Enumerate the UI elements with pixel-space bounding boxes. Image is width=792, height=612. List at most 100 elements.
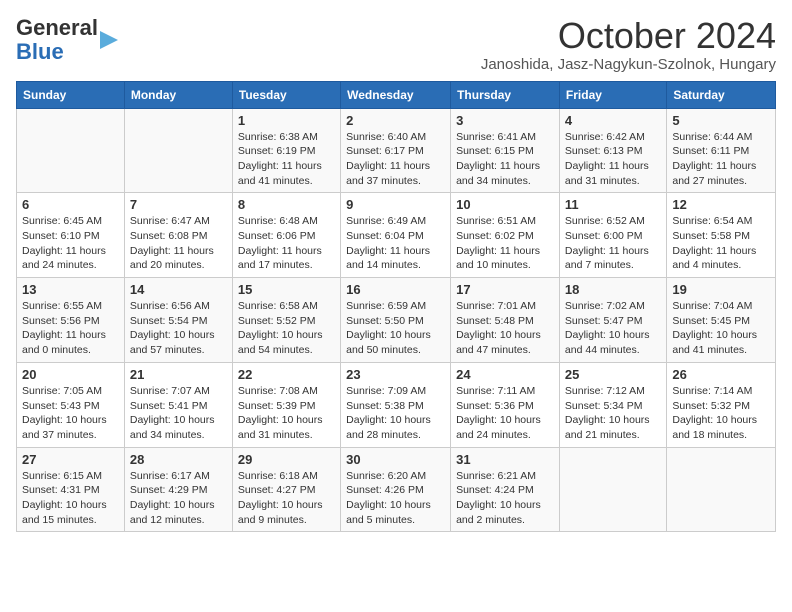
- calendar-cell: 4 Sunrise: 6:42 AM Sunset: 6:13 PM Daylig…: [559, 108, 666, 193]
- day-info: Sunrise: 6:58 AM Sunset: 5:52 PM Dayligh…: [238, 299, 335, 358]
- day-number: 16: [346, 282, 445, 297]
- day-number: 28: [130, 452, 227, 467]
- day-number: 14: [130, 282, 227, 297]
- calendar-cell: 14 Sunrise: 6:56 AM Sunset: 5:54 PM Dayli…: [124, 278, 232, 363]
- day-info: Sunrise: 6:42 AM Sunset: 6:13 PM Dayligh…: [565, 130, 661, 189]
- day-info: Sunrise: 6:48 AM Sunset: 6:06 PM Dayligh…: [238, 214, 335, 273]
- col-header-monday: Monday: [124, 81, 232, 108]
- calendar-cell: 5 Sunrise: 6:44 AM Sunset: 6:11 PM Daylig…: [667, 108, 776, 193]
- page-subtitle: Janoshida, Jasz-Nagykun-Szolnok, Hungary: [481, 56, 776, 73]
- col-header-sunday: Sunday: [17, 81, 125, 108]
- calendar-cell: 13Sunrise: 6:55 AM Sunset: 5:56 PM Dayli…: [17, 278, 125, 363]
- day-number: 17: [456, 282, 554, 297]
- calendar-cell: 7 Sunrise: 6:47 AM Sunset: 6:08 PM Daylig…: [124, 193, 232, 278]
- day-number: 21: [130, 367, 227, 382]
- day-number: 5: [672, 113, 770, 128]
- day-info: Sunrise: 6:20 AM Sunset: 4:26 PM Dayligh…: [346, 469, 445, 528]
- day-number: 31: [456, 452, 554, 467]
- calendar-cell: 20 Sunrise: 7:05 AM Sunset: 5:43 PM Dayli…: [17, 362, 125, 447]
- day-number: 7: [130, 197, 227, 212]
- day-info: Sunrise: 6:21 AM Sunset: 4:24 PM Dayligh…: [456, 469, 554, 528]
- calendar-cell: 16 Sunrise: 6:59 AM Sunset: 5:50 PM Dayli…: [341, 278, 451, 363]
- day-number: 9: [346, 197, 445, 212]
- day-number: 2: [346, 113, 445, 128]
- day-info: Sunrise: 6:52 AM Sunset: 6:00 PM Dayligh…: [565, 214, 661, 273]
- day-number: 27: [22, 452, 119, 467]
- day-info: Sunrise: 6:15 AM Sunset: 4:31 PM Dayligh…: [22, 469, 119, 528]
- col-header-tuesday: Tuesday: [232, 81, 340, 108]
- calendar-table: SundayMondayTuesdayWednesdayThursdayFrid…: [16, 81, 776, 533]
- calendar-cell: 22 Sunrise: 7:08 AM Sunset: 5:39 PM Dayli…: [232, 362, 340, 447]
- day-info: Sunrise: 6:47 AM Sunset: 6:08 PM Dayligh…: [130, 214, 227, 273]
- day-number: 29: [238, 452, 335, 467]
- calendar-cell: 6 Sunrise: 6:45 AM Sunset: 6:10 PM Daylig…: [17, 193, 125, 278]
- day-info: Sunrise: 6:44 AM Sunset: 6:11 PM Dayligh…: [672, 130, 770, 189]
- day-info: Sunrise: 6:59 AM Sunset: 5:50 PM Dayligh…: [346, 299, 445, 358]
- day-info: Sunrise: 6:51 AM Sunset: 6:02 PM Dayligh…: [456, 214, 554, 273]
- logo-general: General: [16, 15, 98, 40]
- day-number: 3: [456, 113, 554, 128]
- page-header: General Blue October 2024 Janoshida, Jas…: [16, 16, 776, 73]
- logo: General Blue: [16, 16, 118, 64]
- day-info: Sunrise: 6:45 AM Sunset: 6:10 PM Dayligh…: [22, 214, 119, 273]
- day-number: 19: [672, 282, 770, 297]
- day-number: 30: [346, 452, 445, 467]
- day-info: Sunrise: 7:09 AM Sunset: 5:38 PM Dayligh…: [346, 384, 445, 443]
- day-info: Sunrise: 7:14 AM Sunset: 5:32 PM Dayligh…: [672, 384, 770, 443]
- day-info: Sunrise: 6:55 AM Sunset: 5:56 PM Dayligh…: [22, 299, 119, 358]
- day-number: 15: [238, 282, 335, 297]
- day-number: 26: [672, 367, 770, 382]
- day-info: Sunrise: 6:41 AM Sunset: 6:15 PM Dayligh…: [456, 130, 554, 189]
- calendar-cell: 21 Sunrise: 7:07 AM Sunset: 5:41 PM Dayli…: [124, 362, 232, 447]
- col-header-saturday: Saturday: [667, 81, 776, 108]
- calendar-cell: 8 Sunrise: 6:48 AM Sunset: 6:06 PM Daylig…: [232, 193, 340, 278]
- logo-arrow-icon: [100, 29, 118, 51]
- calendar-cell: [124, 108, 232, 193]
- calendar-cell: 31 Sunrise: 6:21 AM Sunset: 4:24 PM Dayli…: [451, 447, 560, 532]
- day-info: Sunrise: 6:54 AM Sunset: 5:58 PM Dayligh…: [672, 214, 770, 273]
- day-info: Sunrise: 6:40 AM Sunset: 6:17 PM Dayligh…: [346, 130, 445, 189]
- calendar-cell: 28 Sunrise: 6:17 AM Sunset: 4:29 PM Dayli…: [124, 447, 232, 532]
- calendar-cell: 17 Sunrise: 7:01 AM Sunset: 5:48 PM Dayli…: [451, 278, 560, 363]
- day-info: Sunrise: 7:07 AM Sunset: 5:41 PM Dayligh…: [130, 384, 227, 443]
- day-info: Sunrise: 7:02 AM Sunset: 5:47 PM Dayligh…: [565, 299, 661, 358]
- calendar-cell: 26 Sunrise: 7:14 AM Sunset: 5:32 PM Dayli…: [667, 362, 776, 447]
- logo-blue: Blue: [16, 40, 98, 64]
- calendar-cell: 12 Sunrise: 6:54 AM Sunset: 5:58 PM Dayli…: [667, 193, 776, 278]
- day-info: Sunrise: 6:17 AM Sunset: 4:29 PM Dayligh…: [130, 469, 227, 528]
- day-number: 4: [565, 113, 661, 128]
- day-number: 24: [456, 367, 554, 382]
- calendar-cell: 30 Sunrise: 6:20 AM Sunset: 4:26 PM Dayli…: [341, 447, 451, 532]
- day-number: 1: [238, 113, 335, 128]
- day-info: Sunrise: 7:08 AM Sunset: 5:39 PM Dayligh…: [238, 384, 335, 443]
- calendar-cell: [667, 447, 776, 532]
- title-block: October 2024 Janoshida, Jasz-Nagykun-Szo…: [481, 16, 776, 73]
- day-number: 23: [346, 367, 445, 382]
- day-number: 22: [238, 367, 335, 382]
- day-info: Sunrise: 7:11 AM Sunset: 5:36 PM Dayligh…: [456, 384, 554, 443]
- day-info: Sunrise: 6:38 AM Sunset: 6:19 PM Dayligh…: [238, 130, 335, 189]
- day-number: 8: [238, 197, 335, 212]
- calendar-cell: 2 Sunrise: 6:40 AM Sunset: 6:17 PM Daylig…: [341, 108, 451, 193]
- day-number: 25: [565, 367, 661, 382]
- day-number: 6: [22, 197, 119, 212]
- calendar-cell: 11 Sunrise: 6:52 AM Sunset: 6:00 PM Dayli…: [559, 193, 666, 278]
- day-number: 12: [672, 197, 770, 212]
- calendar-cell: 1 Sunrise: 6:38 AM Sunset: 6:19 PM Daylig…: [232, 108, 340, 193]
- day-info: Sunrise: 6:49 AM Sunset: 6:04 PM Dayligh…: [346, 214, 445, 273]
- page-title: October 2024: [481, 16, 776, 56]
- day-info: Sunrise: 7:05 AM Sunset: 5:43 PM Dayligh…: [22, 384, 119, 443]
- calendar-cell: 23 Sunrise: 7:09 AM Sunset: 5:38 PM Dayli…: [341, 362, 451, 447]
- day-info: Sunrise: 7:01 AM Sunset: 5:48 PM Dayligh…: [456, 299, 554, 358]
- day-number: 20: [22, 367, 119, 382]
- day-number: 11: [565, 197, 661, 212]
- day-info: Sunrise: 7:04 AM Sunset: 5:45 PM Dayligh…: [672, 299, 770, 358]
- col-header-friday: Friday: [559, 81, 666, 108]
- calendar-cell: 18Sunrise: 7:02 AM Sunset: 5:47 PM Dayli…: [559, 278, 666, 363]
- day-info: Sunrise: 6:56 AM Sunset: 5:54 PM Dayligh…: [130, 299, 227, 358]
- calendar-cell: 27 Sunrise: 6:15 AM Sunset: 4:31 PM Dayli…: [17, 447, 125, 532]
- calendar-cell: 9 Sunrise: 6:49 AM Sunset: 6:04 PM Daylig…: [341, 193, 451, 278]
- day-info: Sunrise: 6:18 AM Sunset: 4:27 PM Dayligh…: [238, 469, 335, 528]
- calendar-cell: 29 Sunrise: 6:18 AM Sunset: 4:27 PM Dayli…: [232, 447, 340, 532]
- calendar-cell: [559, 447, 666, 532]
